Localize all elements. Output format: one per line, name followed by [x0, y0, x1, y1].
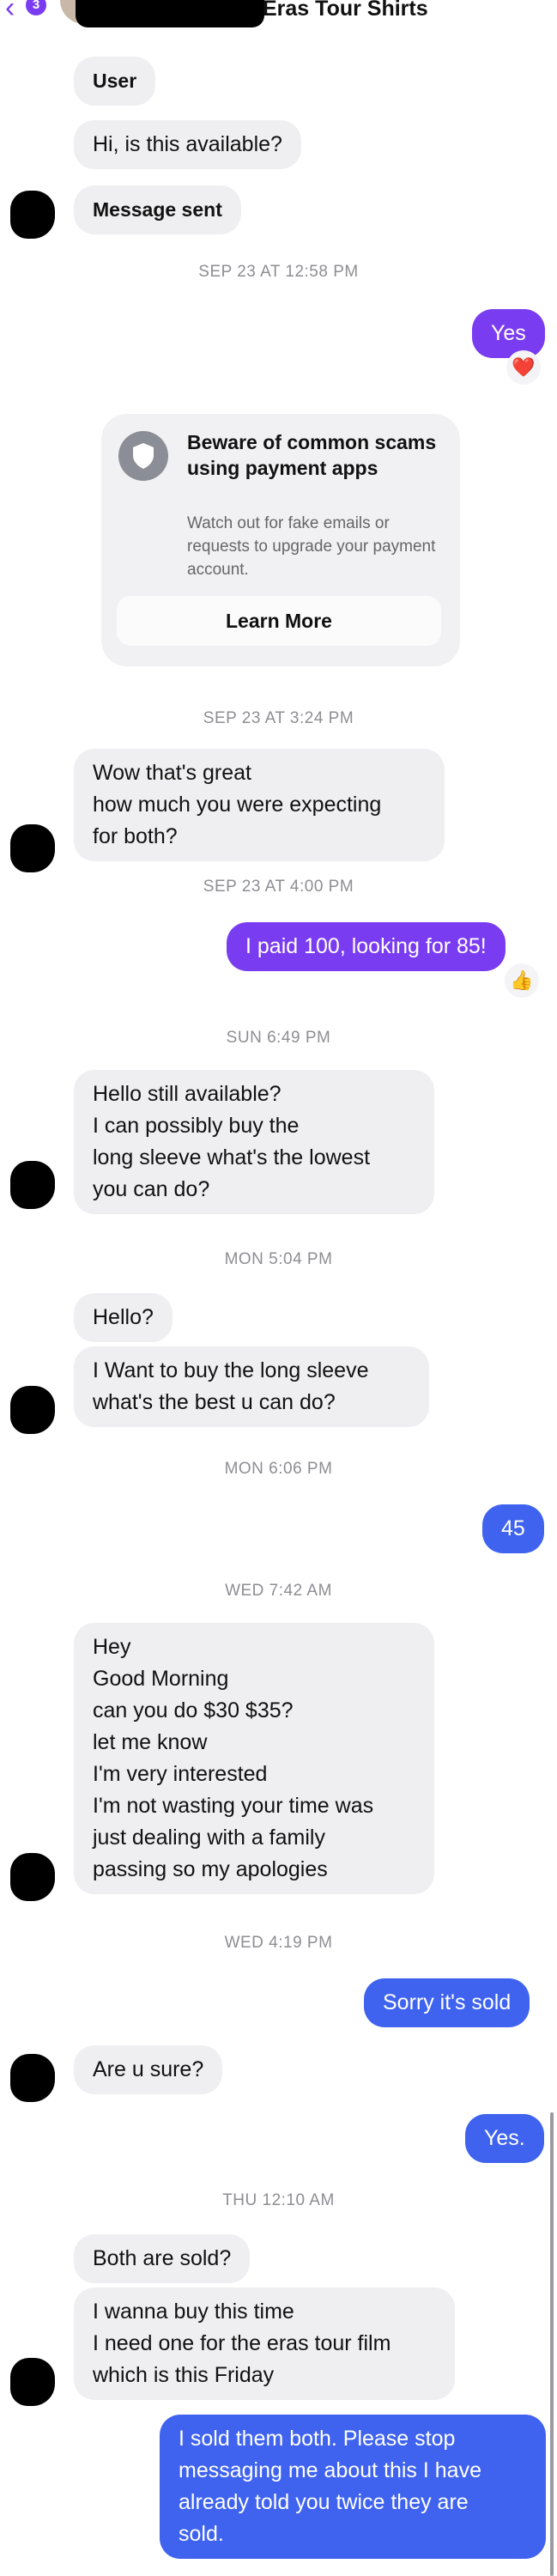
- message-text: Yes: [491, 321, 526, 345]
- message-bubble-incoming[interactable]: Both are sold?: [74, 2234, 251, 2283]
- message-bubble-outgoing[interactable]: 45: [482, 1504, 544, 1553]
- timestamp-divider: WED 7:42 AM: [225, 1582, 332, 1600]
- message-bubble-outgoing[interactable]: I sold them both. Please stop messaging …: [160, 2415, 546, 2559]
- message-text: Are u sure?: [93, 2057, 204, 2081]
- message-bubble-incoming[interactable]: Are u sure?: [74, 2045, 223, 2094]
- message-text: let me know: [93, 1730, 208, 1754]
- message-text: I need one for the eras tour film: [93, 2331, 391, 2355]
- message-text: I'm not wasting your time was: [93, 1794, 374, 1818]
- timestamp-divider: MON 5:04 PM: [224, 1250, 333, 1268]
- heart-reaction-icon[interactable]: ❤️: [506, 350, 541, 385]
- timestamp-divider: WED 4:19 PM: [224, 1934, 333, 1952]
- sender-avatar[interactable]: [10, 1853, 55, 1901]
- message-bubble-incoming[interactable]: Wow that's great how much you were expec…: [74, 749, 445, 861]
- message-bubble-outgoing[interactable]: Yes: [472, 309, 545, 358]
- sender-avatar[interactable]: [10, 1161, 55, 1209]
- message-text: Message sent: [93, 198, 222, 221]
- message-text: Yes.: [484, 2126, 525, 2150]
- message-text: I'm very interested: [93, 1762, 268, 1786]
- message-text: Sorry it's sold: [383, 1990, 512, 2014]
- scrollbar-thumb[interactable]: [550, 2112, 554, 2576]
- message-text: Good Morning: [93, 1667, 229, 1691]
- message-text: Both are sold?: [93, 2246, 232, 2270]
- message-text: Hello?: [93, 1305, 154, 1329]
- message-text: just dealing with a family: [93, 1826, 325, 1850]
- message-bubble-outgoing[interactable]: Yes.: [465, 2114, 544, 2163]
- sender-avatar[interactable]: [10, 2358, 55, 2406]
- message-bubble-incoming[interactable]: I wanna buy this time I need one for the…: [74, 2287, 455, 2400]
- message-text: long sleeve what's the lowest: [93, 1145, 371, 1170]
- timestamp-divider: SUN 6:49 PM: [226, 1029, 331, 1047]
- message-text: for both?: [93, 824, 178, 848]
- message-bubble-incoming[interactable]: User: [74, 57, 156, 106]
- sender-avatar[interactable]: [10, 2054, 55, 2102]
- message-text: Hello still available?: [93, 1082, 282, 1106]
- timestamp-divider: MON 6:06 PM: [224, 1460, 333, 1478]
- shield-icon: [118, 431, 168, 481]
- message-text: can you do $30 $35?: [93, 1698, 294, 1722]
- message-text: what's the best u can do?: [93, 1390, 336, 1414]
- message-text: Wow that's great: [93, 761, 251, 785]
- safety-card-body: Watch out for fake emails or requests to…: [187, 514, 436, 579]
- timestamp-divider: SEP 23 AT 12:58 PM: [198, 263, 359, 281]
- message-text: I Want to buy the long sleeve: [93, 1358, 369, 1382]
- message-bubble-incoming[interactable]: I Want to buy the long sleeve what's the…: [74, 1346, 429, 1427]
- timestamp-divider: SEP 23 AT 4:00 PM: [203, 878, 354, 896]
- message-bubble-incoming[interactable]: Hello still available? I can possibly bu…: [74, 1070, 434, 1214]
- message-text: sold.: [179, 2522, 224, 2546]
- message-text: already told you twice they are: [179, 2490, 469, 2514]
- back-chevron-icon[interactable]: ‹: [5, 0, 15, 22]
- learn-more-button[interactable]: Learn More: [117, 596, 441, 646]
- message-bubble-outgoing[interactable]: I paid 100, looking for 85!: [227, 922, 506, 971]
- sender-avatar[interactable]: [10, 824, 55, 872]
- conversation-title: Eras Tour Shirts: [263, 0, 428, 21]
- timestamp-divider: SEP 23 AT 3:24 PM: [203, 709, 354, 727]
- message-text: I sold them both. Please stop: [179, 2427, 456, 2451]
- message-text: Hey: [93, 1635, 131, 1659]
- message-text: how much you were expecting: [93, 793, 382, 817]
- message-text: which is this Friday: [93, 2363, 275, 2387]
- unread-count-badge: 3: [26, 0, 46, 15]
- sender-avatar[interactable]: [10, 1386, 55, 1434]
- message-text: I wanna buy this time: [93, 2300, 294, 2324]
- message-bubble-incoming[interactable]: Hi, is this available?: [74, 120, 301, 169]
- message-text: messaging me about this I have: [179, 2458, 481, 2482]
- message-bubble-incoming[interactable]: Hey Good Morning can you do $30 $35? let…: [74, 1623, 434, 1894]
- message-text: 45: [501, 1516, 525, 1540]
- thumbs-up-reaction-icon[interactable]: 👍: [505, 963, 539, 998]
- message-text: you can do?: [93, 1177, 210, 1201]
- message-bubble-outgoing[interactable]: Sorry it's sold: [364, 1978, 530, 2027]
- safety-card-title: Beware of common scams using payment app…: [187, 431, 437, 479]
- sender-avatar[interactable]: [10, 191, 55, 239]
- timestamp-divider: THU 12:10 AM: [222, 2191, 335, 2209]
- message-text: passing so my apologies: [93, 1857, 328, 1881]
- message-bubble-incoming[interactable]: Hello?: [74, 1293, 173, 1342]
- redacted-contact-name: [76, 0, 264, 27]
- message-text: Hi, is this available?: [93, 132, 282, 156]
- message-text: I paid 100, looking for 85!: [245, 934, 487, 958]
- message-text: User: [93, 70, 137, 92]
- message-bubble-incoming[interactable]: Message sent: [74, 185, 241, 234]
- message-text: I can possibly buy the: [93, 1114, 300, 1138]
